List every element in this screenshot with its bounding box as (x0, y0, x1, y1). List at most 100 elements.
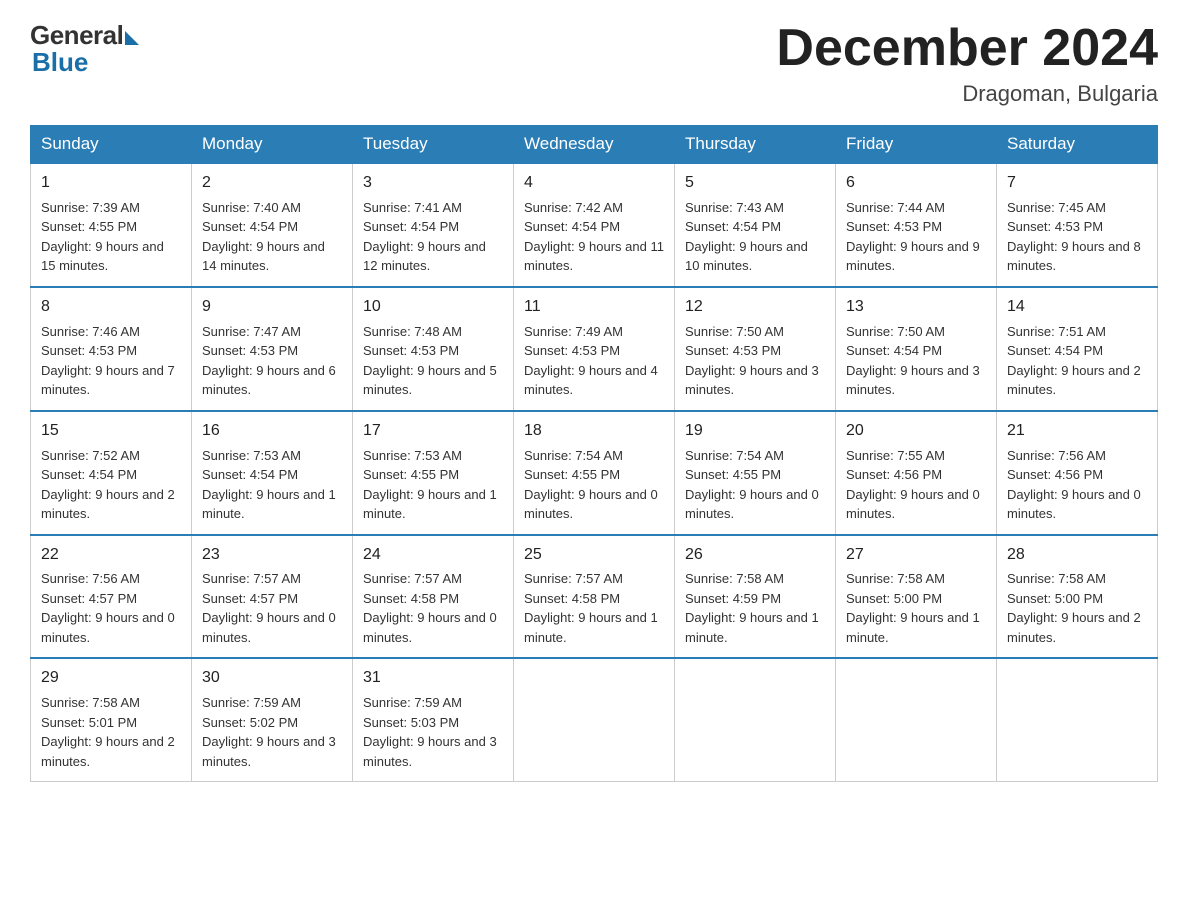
calendar-cell: 22Sunrise: 7:56 AMSunset: 4:57 PMDayligh… (31, 535, 192, 659)
calendar-cell: 28Sunrise: 7:58 AMSunset: 5:00 PMDayligh… (997, 535, 1158, 659)
day-info: Sunrise: 7:52 AMSunset: 4:54 PMDaylight:… (41, 446, 181, 524)
day-info: Sunrise: 7:56 AMSunset: 4:56 PMDaylight:… (1007, 446, 1147, 524)
calendar-cell: 19Sunrise: 7:54 AMSunset: 4:55 PMDayligh… (675, 411, 836, 535)
day-number: 22 (41, 543, 181, 568)
day-number: 16 (202, 419, 342, 444)
calendar-cell (836, 658, 997, 781)
calendar-cell: 2Sunrise: 7:40 AMSunset: 4:54 PMDaylight… (192, 163, 353, 287)
day-number: 7 (1007, 171, 1147, 196)
calendar-cell (997, 658, 1158, 781)
calendar-cell: 30Sunrise: 7:59 AMSunset: 5:02 PMDayligh… (192, 658, 353, 781)
day-number: 23 (202, 543, 342, 568)
calendar-cell: 31Sunrise: 7:59 AMSunset: 5:03 PMDayligh… (353, 658, 514, 781)
calendar-cell: 3Sunrise: 7:41 AMSunset: 4:54 PMDaylight… (353, 163, 514, 287)
day-number: 29 (41, 666, 181, 691)
calendar-cell: 29Sunrise: 7:58 AMSunset: 5:01 PMDayligh… (31, 658, 192, 781)
day-header-sunday: Sunday (31, 126, 192, 164)
calendar-cell: 21Sunrise: 7:56 AMSunset: 4:56 PMDayligh… (997, 411, 1158, 535)
day-number: 11 (524, 295, 664, 320)
calendar-week-row: 22Sunrise: 7:56 AMSunset: 4:57 PMDayligh… (31, 535, 1158, 659)
calendar-cell: 14Sunrise: 7:51 AMSunset: 4:54 PMDayligh… (997, 287, 1158, 411)
calendar-cell: 8Sunrise: 7:46 AMSunset: 4:53 PMDaylight… (31, 287, 192, 411)
logo-blue-text: Blue (32, 47, 88, 78)
calendar-cell: 4Sunrise: 7:42 AMSunset: 4:54 PMDaylight… (514, 163, 675, 287)
location-title: Dragoman, Bulgaria (776, 81, 1158, 107)
day-info: Sunrise: 7:59 AMSunset: 5:02 PMDaylight:… (202, 693, 342, 771)
calendar-week-row: 15Sunrise: 7:52 AMSunset: 4:54 PMDayligh… (31, 411, 1158, 535)
calendar-cell: 17Sunrise: 7:53 AMSunset: 4:55 PMDayligh… (353, 411, 514, 535)
calendar-cell: 18Sunrise: 7:54 AMSunset: 4:55 PMDayligh… (514, 411, 675, 535)
title-block: December 2024 Dragoman, Bulgaria (776, 20, 1158, 107)
day-number: 30 (202, 666, 342, 691)
day-info: Sunrise: 7:40 AMSunset: 4:54 PMDaylight:… (202, 198, 342, 276)
day-info: Sunrise: 7:39 AMSunset: 4:55 PMDaylight:… (41, 198, 181, 276)
day-info: Sunrise: 7:54 AMSunset: 4:55 PMDaylight:… (524, 446, 664, 524)
day-info: Sunrise: 7:58 AMSunset: 5:00 PMDaylight:… (846, 569, 986, 647)
day-header-monday: Monday (192, 126, 353, 164)
day-number: 4 (524, 171, 664, 196)
day-number: 14 (1007, 295, 1147, 320)
day-info: Sunrise: 7:56 AMSunset: 4:57 PMDaylight:… (41, 569, 181, 647)
calendar-cell: 13Sunrise: 7:50 AMSunset: 4:54 PMDayligh… (836, 287, 997, 411)
day-header-tuesday: Tuesday (353, 126, 514, 164)
day-number: 24 (363, 543, 503, 568)
day-number: 10 (363, 295, 503, 320)
day-info: Sunrise: 7:54 AMSunset: 4:55 PMDaylight:… (685, 446, 825, 524)
day-info: Sunrise: 7:51 AMSunset: 4:54 PMDaylight:… (1007, 322, 1147, 400)
calendar-cell: 27Sunrise: 7:58 AMSunset: 5:00 PMDayligh… (836, 535, 997, 659)
day-info: Sunrise: 7:45 AMSunset: 4:53 PMDaylight:… (1007, 198, 1147, 276)
day-number: 8 (41, 295, 181, 320)
day-info: Sunrise: 7:55 AMSunset: 4:56 PMDaylight:… (846, 446, 986, 524)
day-number: 3 (363, 171, 503, 196)
day-info: Sunrise: 7:57 AMSunset: 4:57 PMDaylight:… (202, 569, 342, 647)
calendar-week-row: 1Sunrise: 7:39 AMSunset: 4:55 PMDaylight… (31, 163, 1158, 287)
day-info: Sunrise: 7:44 AMSunset: 4:53 PMDaylight:… (846, 198, 986, 276)
calendar-cell: 24Sunrise: 7:57 AMSunset: 4:58 PMDayligh… (353, 535, 514, 659)
day-number: 20 (846, 419, 986, 444)
calendar-cell: 5Sunrise: 7:43 AMSunset: 4:54 PMDaylight… (675, 163, 836, 287)
day-info: Sunrise: 7:53 AMSunset: 4:55 PMDaylight:… (363, 446, 503, 524)
day-info: Sunrise: 7:58 AMSunset: 4:59 PMDaylight:… (685, 569, 825, 647)
day-number: 28 (1007, 543, 1147, 568)
day-number: 13 (846, 295, 986, 320)
day-number: 15 (41, 419, 181, 444)
calendar-cell: 20Sunrise: 7:55 AMSunset: 4:56 PMDayligh… (836, 411, 997, 535)
day-number: 17 (363, 419, 503, 444)
calendar-cell: 12Sunrise: 7:50 AMSunset: 4:53 PMDayligh… (675, 287, 836, 411)
day-info: Sunrise: 7:50 AMSunset: 4:53 PMDaylight:… (685, 322, 825, 400)
day-number: 6 (846, 171, 986, 196)
calendar-cell (675, 658, 836, 781)
day-number: 12 (685, 295, 825, 320)
calendar-week-row: 29Sunrise: 7:58 AMSunset: 5:01 PMDayligh… (31, 658, 1158, 781)
day-info: Sunrise: 7:48 AMSunset: 4:53 PMDaylight:… (363, 322, 503, 400)
calendar-cell: 15Sunrise: 7:52 AMSunset: 4:54 PMDayligh… (31, 411, 192, 535)
calendar-header-row: SundayMondayTuesdayWednesdayThursdayFrid… (31, 126, 1158, 164)
day-number: 5 (685, 171, 825, 196)
day-number: 18 (524, 419, 664, 444)
calendar-cell: 25Sunrise: 7:57 AMSunset: 4:58 PMDayligh… (514, 535, 675, 659)
day-number: 19 (685, 419, 825, 444)
day-number: 31 (363, 666, 503, 691)
calendar-week-row: 8Sunrise: 7:46 AMSunset: 4:53 PMDaylight… (31, 287, 1158, 411)
calendar-cell: 26Sunrise: 7:58 AMSunset: 4:59 PMDayligh… (675, 535, 836, 659)
calendar-cell: 7Sunrise: 7:45 AMSunset: 4:53 PMDaylight… (997, 163, 1158, 287)
calendar-cell: 23Sunrise: 7:57 AMSunset: 4:57 PMDayligh… (192, 535, 353, 659)
calendar-cell: 9Sunrise: 7:47 AMSunset: 4:53 PMDaylight… (192, 287, 353, 411)
logo-arrow-icon (125, 31, 139, 45)
day-number: 2 (202, 171, 342, 196)
calendar-table: SundayMondayTuesdayWednesdayThursdayFrid… (30, 125, 1158, 782)
day-info: Sunrise: 7:59 AMSunset: 5:03 PMDaylight:… (363, 693, 503, 771)
calendar-cell: 10Sunrise: 7:48 AMSunset: 4:53 PMDayligh… (353, 287, 514, 411)
day-info: Sunrise: 7:50 AMSunset: 4:54 PMDaylight:… (846, 322, 986, 400)
day-info: Sunrise: 7:49 AMSunset: 4:53 PMDaylight:… (524, 322, 664, 400)
calendar-cell: 11Sunrise: 7:49 AMSunset: 4:53 PMDayligh… (514, 287, 675, 411)
day-info: Sunrise: 7:46 AMSunset: 4:53 PMDaylight:… (41, 322, 181, 400)
day-info: Sunrise: 7:53 AMSunset: 4:54 PMDaylight:… (202, 446, 342, 524)
day-header-saturday: Saturday (997, 126, 1158, 164)
day-info: Sunrise: 7:41 AMSunset: 4:54 PMDaylight:… (363, 198, 503, 276)
calendar-cell: 6Sunrise: 7:44 AMSunset: 4:53 PMDaylight… (836, 163, 997, 287)
calendar-cell (514, 658, 675, 781)
day-number: 9 (202, 295, 342, 320)
day-info: Sunrise: 7:57 AMSunset: 4:58 PMDaylight:… (363, 569, 503, 647)
month-title: December 2024 (776, 20, 1158, 77)
